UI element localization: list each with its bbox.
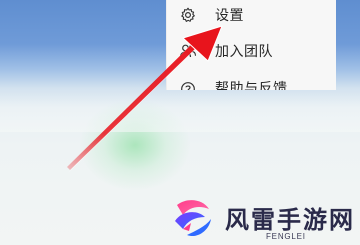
watermark-title: 风雷手游网 (225, 206, 355, 234)
watermark-subtitle: FENGLEI (266, 232, 306, 241)
fenglei-logo-icon (169, 195, 217, 243)
screenshot-stage: 设置 加入团队 帮助与反馈 风雷手游网 FENGLEI (0, 0, 360, 245)
